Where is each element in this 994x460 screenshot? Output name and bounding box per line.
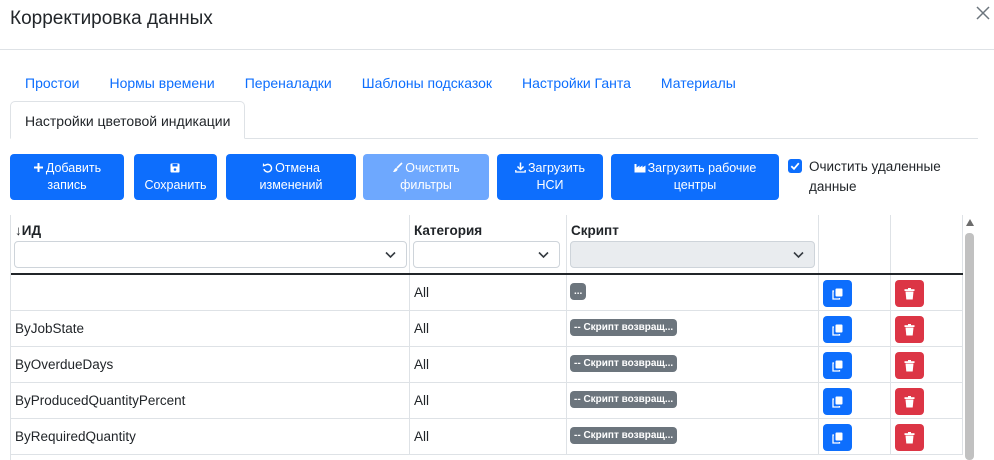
- brush-icon: [393, 162, 403, 172]
- cell-category[interactable]: All: [410, 419, 567, 455]
- chevron-down-icon: [793, 251, 804, 259]
- cell-delete: [891, 347, 963, 383]
- plus-icon: [33, 163, 43, 172]
- table-row[interactable]: All ...: [11, 275, 963, 311]
- cell-script: -- Скрипт возвращ...: [567, 383, 819, 419]
- script-badge[interactable]: -- Скрипт возвращ...: [570, 319, 678, 336]
- copy-icon: [832, 288, 843, 300]
- script-badge[interactable]: -- Скрипт возвращ...: [570, 355, 678, 372]
- chevron-down-icon: [385, 251, 396, 259]
- cell-category[interactable]: All: [410, 311, 567, 347]
- copy-icon: [832, 432, 843, 444]
- trash-icon: [904, 323, 915, 335]
- cell-category[interactable]: All: [410, 275, 567, 311]
- delete-row-button[interactable]: [895, 388, 924, 415]
- column-header-copy: [819, 215, 891, 273]
- clear-filters-button[interactable]: Очистить фильтры: [363, 154, 489, 200]
- undo-icon: [262, 163, 273, 173]
- clear-deleted-checkbox[interactable]: [788, 159, 802, 173]
- cell-id[interactable]: ByOverdueDays: [11, 347, 410, 383]
- cell-script: -- Скрипт возвращ...: [567, 419, 819, 455]
- scrollbar-thumb[interactable]: [965, 233, 974, 460]
- cell-category[interactable]: All: [410, 383, 567, 419]
- table-row[interactable]: ByJobState All -- Скрипт возвращ...: [11, 311, 963, 347]
- chevron-down-icon: [538, 251, 549, 259]
- table-row[interactable]: ByRequiredQuantity All -- Скрипт возвращ…: [11, 419, 963, 455]
- dialog-title: Корректировка данных: [10, 8, 213, 29]
- trash-icon: [904, 359, 915, 371]
- tab-hint-templates[interactable]: Шаблоны подсказок: [347, 64, 507, 102]
- tab-time-norms[interactable]: Нормы времени: [95, 64, 230, 102]
- delete-row-button[interactable]: [895, 280, 924, 307]
- filter-category-select[interactable]: [413, 241, 560, 268]
- column-header-id[interactable]: ↓ИД: [11, 215, 410, 273]
- add-record-button[interactable]: Добавить запись: [10, 154, 124, 200]
- tab-gantt-settings[interactable]: Настройки Ганта: [507, 64, 646, 102]
- table-row[interactable]: ByOverdueDays All -- Скрипт возвращ...: [11, 347, 963, 383]
- cell-id[interactable]: ByProducedQuantityPercent: [11, 383, 410, 419]
- clear-deleted-label: Очистить удаленные данные: [809, 159, 941, 194]
- checkmark-icon: [790, 162, 800, 171]
- close-icon[interactable]: [975, 5, 991, 21]
- filter-id-select[interactable]: [14, 241, 407, 268]
- cell-copy: [819, 347, 891, 383]
- tab-color-indication[interactable]: Настройки цветовой индикации: [10, 101, 246, 139]
- delete-row-button[interactable]: [895, 424, 924, 451]
- tab-downtime[interactable]: Простои: [10, 64, 95, 102]
- column-header-category[interactable]: Категория: [410, 215, 567, 273]
- cell-copy: [819, 383, 891, 419]
- cell-id[interactable]: ByJobState: [11, 311, 410, 347]
- undo-changes-button[interactable]: Отмена изменений: [226, 154, 356, 200]
- copy-row-button[interactable]: [823, 352, 852, 379]
- table-row[interactable]: ByProducedQuantityPercent All -- Скрипт …: [11, 383, 963, 419]
- cell-delete: [891, 419, 963, 455]
- dialog-header: Корректировка данных: [0, 0, 994, 50]
- save-button[interactable]: Сохранить: [134, 154, 217, 200]
- copy-icon: [832, 324, 843, 336]
- cell-script: -- Скрипт возвращ...: [567, 311, 819, 347]
- tab-materials[interactable]: Материалы: [646, 64, 751, 102]
- tab-changeovers[interactable]: Переналадки: [230, 64, 347, 102]
- cell-id[interactable]: ByRequiredQuantity: [11, 419, 410, 455]
- script-badge[interactable]: -- Скрипт возвращ...: [570, 391, 678, 408]
- column-label-id: ↓ИД: [15, 223, 42, 238]
- cell-delete: [891, 275, 963, 311]
- load-nsi-button[interactable]: Загрузить НСИ: [497, 154, 603, 200]
- cell-delete: [891, 311, 963, 347]
- script-badge[interactable]: ...: [570, 283, 587, 300]
- copy-row-button[interactable]: [823, 316, 852, 343]
- cell-copy: [819, 275, 891, 311]
- cell-copy: [819, 419, 891, 455]
- delete-row-button[interactable]: [895, 316, 924, 343]
- delete-row-button[interactable]: [895, 352, 924, 379]
- column-header-script[interactable]: Скрипт: [567, 215, 819, 273]
- column-label-category: Категория: [414, 223, 483, 238]
- filter-script-select[interactable]: [570, 241, 815, 268]
- cell-script: -- Скрипт возвращ...: [567, 347, 819, 383]
- cell-category[interactable]: All: [410, 347, 567, 383]
- script-badge[interactable]: -- Скрипт возвращ...: [570, 427, 678, 444]
- copy-row-button[interactable]: [823, 424, 852, 451]
- save-icon: [170, 163, 179, 173]
- data-grid: ↓ИД Категория Скрипт All ... ByJobState …: [10, 215, 963, 460]
- scroll-up-arrow-icon[interactable]: [966, 219, 974, 226]
- load-work-centers-button[interactable]: Загрузить рабочие центры: [611, 154, 779, 200]
- trash-icon: [904, 431, 915, 443]
- copy-icon: [832, 360, 843, 372]
- trash-icon: [904, 395, 915, 407]
- column-header-delete: [891, 215, 963, 273]
- vertical-scrollbar[interactable]: [962, 215, 978, 460]
- cell-copy: [819, 311, 891, 347]
- download-icon: [515, 162, 526, 173]
- copy-icon: [832, 396, 843, 408]
- cell-delete: [891, 383, 963, 419]
- column-label-script: Скрипт: [571, 223, 619, 238]
- factory-icon: [634, 164, 646, 173]
- cell-id[interactable]: [11, 275, 410, 311]
- copy-row-button[interactable]: [823, 388, 852, 415]
- cell-script: ...: [567, 275, 819, 311]
- copy-row-button[interactable]: [823, 280, 852, 307]
- trash-icon: [904, 287, 915, 299]
